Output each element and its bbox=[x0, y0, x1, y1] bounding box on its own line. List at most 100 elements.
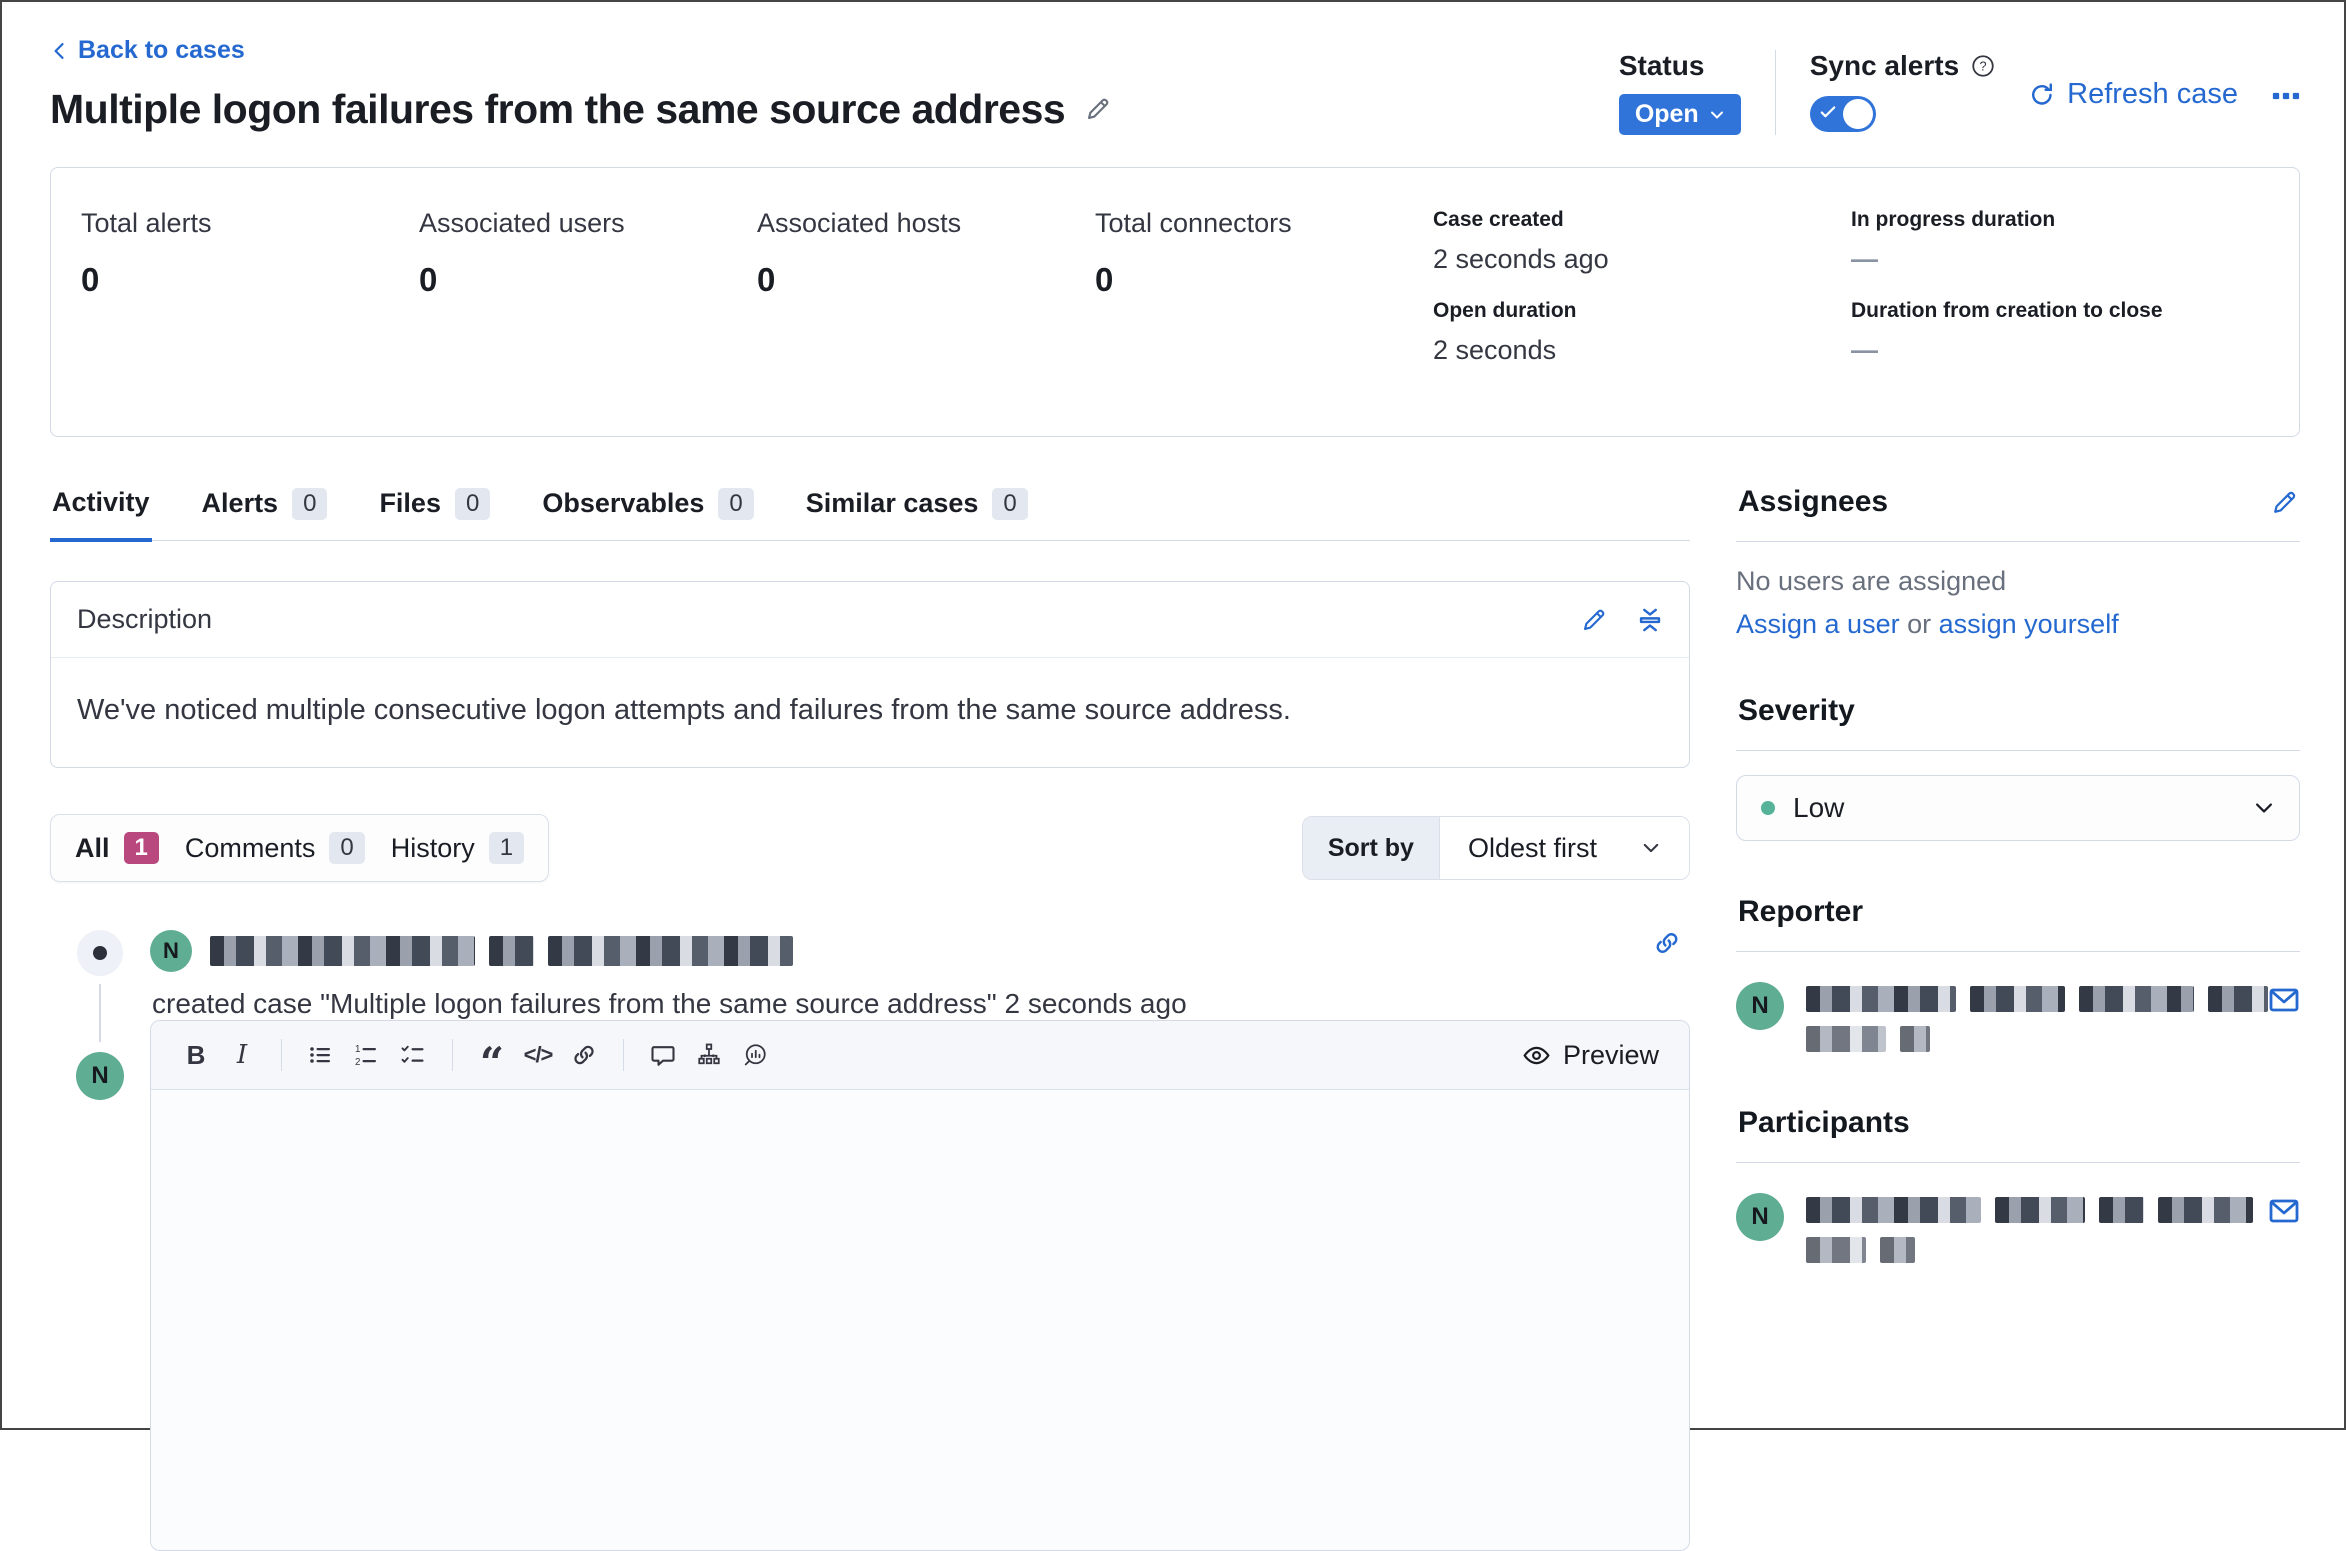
content-area: Activity Alerts 0 Files 0 Observables 0 … bbox=[50, 483, 2300, 1551]
assign-a-user-link[interactable]: Assign a user bbox=[1736, 609, 1900, 639]
metric-value: 0 bbox=[1095, 261, 1433, 299]
duration-value: 2 seconds bbox=[1433, 335, 1851, 366]
eye-icon bbox=[1523, 1042, 1550, 1069]
checklist-button[interactable] bbox=[390, 1035, 436, 1075]
severity-section: Severity Low bbox=[1736, 692, 2300, 841]
code-button[interactable]: </> bbox=[515, 1035, 561, 1075]
activity-timeline-event: N created case "Multiple logon failures … bbox=[50, 930, 1690, 1020]
edit-assignees-icon[interactable] bbox=[2271, 489, 2298, 516]
status-label: Status bbox=[1619, 50, 1741, 82]
tab-activity[interactable]: Activity bbox=[50, 483, 152, 542]
email-icon[interactable] bbox=[2268, 1195, 2300, 1227]
tab-observables[interactable]: Observables 0 bbox=[540, 483, 755, 540]
severity-low-dot bbox=[1761, 801, 1775, 815]
assignees-section: Assignees No users are assigned Assign a… bbox=[1736, 483, 2300, 640]
timeline-rail bbox=[50, 930, 150, 1020]
main-column: Activity Alerts 0 Files 0 Observables 0 … bbox=[50, 483, 1690, 1551]
copy-link-icon[interactable] bbox=[1654, 930, 1680, 961]
assign-links: Assign a user or assign yourself bbox=[1736, 609, 2300, 640]
tab-similar-cases[interactable]: Similar cases 0 bbox=[804, 483, 1030, 540]
redacted-text bbox=[548, 936, 793, 966]
refresh-icon bbox=[2029, 82, 2055, 108]
redacted-text bbox=[2079, 986, 2194, 1012]
redacted-username bbox=[210, 936, 793, 966]
participants-section: Participants N bbox=[1736, 1104, 2300, 1263]
tab-label: Activity bbox=[52, 487, 150, 518]
ordered-list-button[interactable]: 12 bbox=[344, 1035, 390, 1075]
metric-value: 0 bbox=[419, 261, 757, 299]
comment-editor-row: N B I 12 bbox=[50, 1020, 1690, 1551]
more-actions-button[interactable] bbox=[2272, 82, 2300, 110]
filter-history[interactable]: History 1 bbox=[391, 832, 524, 864]
redacted-text bbox=[2099, 1197, 2144, 1223]
tab-count-badge: 0 bbox=[455, 488, 490, 520]
collapse-description-icon[interactable] bbox=[1637, 607, 1663, 633]
timeline-diagram-button[interactable] bbox=[686, 1035, 732, 1075]
status-dropdown-button[interactable]: Open bbox=[1619, 94, 1741, 135]
page-title: Multiple logon failures from the same so… bbox=[50, 86, 1065, 133]
reporter-title: Reporter bbox=[1738, 895, 1863, 929]
help-icon[interactable]: ? bbox=[1971, 54, 1995, 78]
filter-history-label: History bbox=[391, 833, 475, 864]
toolbar-divider bbox=[281, 1039, 282, 1071]
filter-comments[interactable]: Comments 0 bbox=[185, 832, 365, 864]
case-tabs: Activity Alerts 0 Files 0 Observables 0 … bbox=[50, 483, 1690, 541]
sort-order-select[interactable]: Oldest first bbox=[1440, 817, 1689, 879]
redacted-text bbox=[1806, 1026, 1886, 1052]
sync-alerts-label: Sync alerts bbox=[1810, 50, 1959, 82]
description-actions bbox=[1581, 607, 1663, 633]
description-panel: Description We've noticed multiple conse… bbox=[50, 581, 1690, 768]
event-description: created case "Multiple logon failures fr… bbox=[150, 988, 1690, 1020]
case-durations: Case created 2 seconds ago Open duration… bbox=[1433, 208, 2269, 390]
severity-select[interactable]: Low bbox=[1736, 775, 2300, 841]
activity-filter-group: All 1 Comments 0 History 1 bbox=[50, 814, 549, 882]
refresh-case-label: Refresh case bbox=[2067, 78, 2238, 111]
header-divider bbox=[1775, 50, 1776, 135]
assign-yourself-link[interactable]: assign yourself bbox=[1939, 609, 2119, 639]
sync-alerts-toggle[interactable] bbox=[1810, 96, 1876, 132]
header-actions: Status Open Sync alerts ? bbox=[1619, 50, 2300, 135]
case-detail-page: Back to cases Multiple logon failures fr… bbox=[2, 2, 2344, 1551]
lens-visualization-button[interactable] bbox=[732, 1035, 778, 1075]
page-header: Back to cases Multiple logon failures fr… bbox=[50, 36, 2300, 135]
italic-button[interactable]: I bbox=[219, 1035, 265, 1075]
comment-button[interactable] bbox=[640, 1035, 686, 1075]
durations-column-left: Case created 2 seconds ago Open duration… bbox=[1433, 208, 1851, 390]
chevron-down-icon bbox=[2253, 797, 2275, 819]
back-to-cases-link[interactable]: Back to cases bbox=[50, 36, 245, 65]
metric-label: Associated hosts bbox=[757, 208, 1095, 239]
tab-count-badge: 0 bbox=[292, 488, 327, 520]
reporter-body: N bbox=[1736, 952, 2300, 1052]
redacted-text bbox=[1806, 1237, 1866, 1263]
redacted-text bbox=[1806, 986, 1956, 1012]
comment-textarea[interactable] bbox=[151, 1090, 1689, 1550]
tab-files[interactable]: Files 0 bbox=[377, 483, 492, 540]
participants-header: Participants bbox=[1736, 1104, 2300, 1163]
quote-button[interactable]: “ bbox=[469, 1035, 515, 1075]
unordered-list-button[interactable] bbox=[298, 1035, 344, 1075]
redacted-text bbox=[210, 936, 475, 966]
duration-value: 2 seconds ago bbox=[1433, 244, 1851, 275]
participants-body: N bbox=[1736, 1163, 2300, 1263]
edit-title-icon[interactable] bbox=[1085, 96, 1111, 122]
severity-value: Low bbox=[1793, 792, 2235, 824]
redacted-text bbox=[1900, 1026, 1930, 1052]
preview-button[interactable]: Preview bbox=[1523, 1040, 1667, 1071]
redacted-reporter-name bbox=[1806, 986, 2268, 1052]
link-button[interactable] bbox=[561, 1035, 607, 1075]
bold-button[interactable]: B bbox=[173, 1035, 219, 1075]
email-icon[interactable] bbox=[2268, 984, 2300, 1016]
svg-text:1: 1 bbox=[355, 1044, 360, 1055]
tab-alerts[interactable]: Alerts 0 bbox=[200, 483, 330, 540]
svg-text:2: 2 bbox=[355, 1057, 360, 1067]
redacted-text bbox=[1880, 1237, 1915, 1263]
status-value: Open bbox=[1635, 100, 1699, 129]
refresh-case-button[interactable]: Refresh case bbox=[2029, 78, 2238, 111]
editor-toolbar: B I 12 “ </> bbox=[151, 1021, 1689, 1090]
edit-description-icon[interactable] bbox=[1581, 607, 1607, 633]
event-user-row: N bbox=[150, 930, 1690, 972]
metric-label: Total alerts bbox=[81, 208, 419, 239]
metric-label: Associated users bbox=[419, 208, 757, 239]
filter-all[interactable]: All 1 bbox=[75, 832, 159, 864]
duration-label: In progress duration bbox=[1851, 208, 2269, 232]
